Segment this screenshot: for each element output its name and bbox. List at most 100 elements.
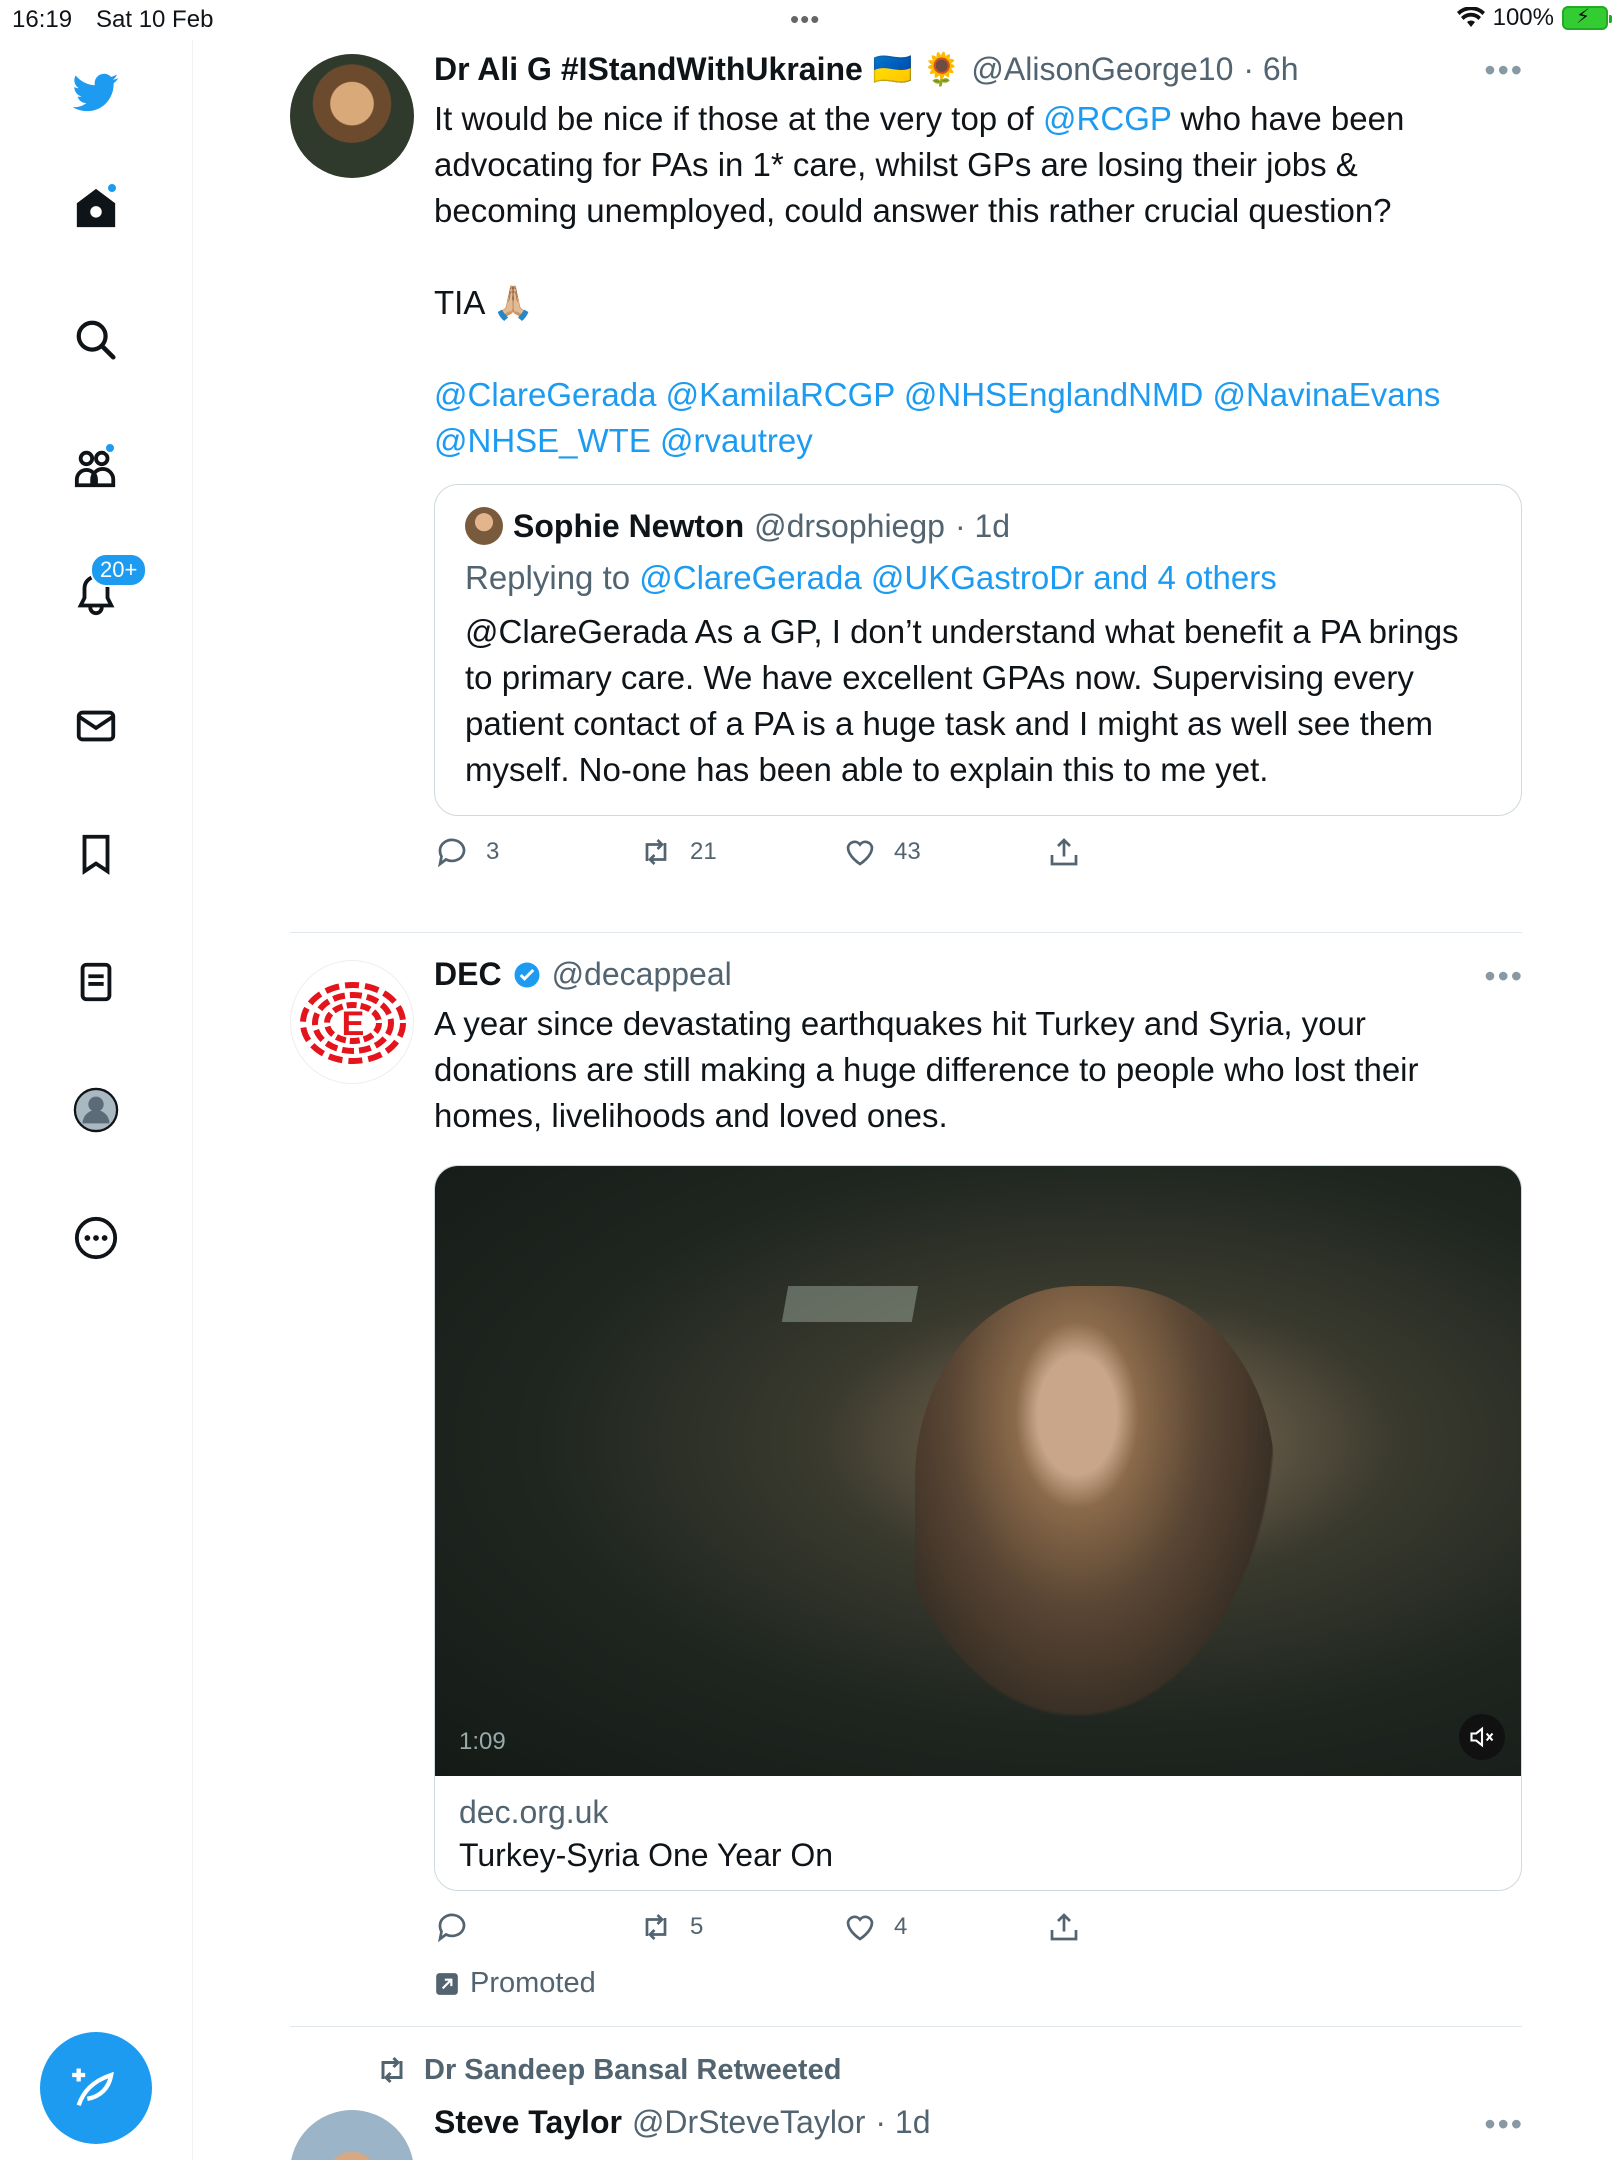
- author-name[interactable]: Dr Ali G #IStandWithUkraine: [434, 51, 863, 88]
- mute-button[interactable]: [1459, 1714, 1505, 1760]
- avatar[interactable]: E: [290, 960, 414, 1084]
- compose-feather-icon: [72, 2068, 114, 2107]
- retweet-count: 5: [690, 1913, 704, 1940]
- replying-to: Replying to @ClareGerada @UKGastroDr and…: [465, 555, 1491, 601]
- retweet-icon: [381, 2056, 403, 2084]
- tweet-time[interactable]: · 1d: [875, 2104, 930, 2141]
- multitasking-dots-icon[interactable]: •••: [790, 4, 820, 35]
- promoted-text: Promoted: [470, 1967, 596, 1999]
- tweet-tia: TIA 🙏🏼: [434, 284, 534, 321]
- replying-prefix: Replying to: [465, 559, 640, 596]
- retweet-button[interactable]: 21: [638, 834, 842, 870]
- tweet-actions: 3 21 43: [434, 834, 1524, 870]
- avatar[interactable]: [290, 54, 414, 178]
- tweet-header: Steve Taylor @DrSteveTaylor · 1d: [434, 2104, 1524, 2141]
- card-title: Turkey-Syria One Year On: [459, 1837, 834, 1873]
- mentions-line[interactable]: @ClareGerada @KamilaRCGP @NHSEnglandNMD …: [434, 372, 1524, 418]
- more-icon[interactable]: •••: [1484, 958, 1524, 995]
- quote-author-handle: @drsophiegp: [754, 507, 945, 544]
- flag-emoji: 🇺🇦 🌻: [872, 51, 962, 87]
- reply-button[interactable]: 3: [434, 834, 638, 870]
- author-name[interactable]: Steve Taylor: [434, 2104, 622, 2141]
- communities-icon[interactable]: [68, 440, 124, 496]
- media-card[interactable]: 1:09 dec.org.uk Turkey-Syria One Year On: [434, 1165, 1522, 1891]
- author-handle[interactable]: @decappeal: [552, 956, 732, 993]
- quoted-tweet[interactable]: Sophie Newton @drsophiegp · 1d Replying …: [434, 484, 1522, 816]
- tweet-divider: [290, 2026, 1522, 2027]
- like-count: 43: [894, 838, 921, 865]
- video-person-figure: [915, 1286, 1275, 1716]
- svg-text:E: E: [342, 1005, 365, 1043]
- heart-icon: [846, 1915, 874, 1941]
- home-icon[interactable]: [68, 180, 124, 236]
- twitter-logo-icon[interactable]: [68, 64, 124, 120]
- mentions-line[interactable]: @NHSE_WTE @rvautrey: [434, 418, 1524, 464]
- retweet-icon: [645, 839, 667, 865]
- tweet-text: It would be nice if those at the very to…: [434, 96, 1474, 234]
- reply-button[interactable]: [434, 1909, 638, 1945]
- video-player[interactable]: 1:09: [435, 1166, 1521, 1776]
- profile-avatar-icon[interactable]: [68, 1082, 124, 1138]
- mention-link[interactable]: @RCGP: [1043, 100, 1171, 137]
- more-icon[interactable]: •••: [1484, 52, 1524, 89]
- compose-tweet-button[interactable]: [40, 2032, 152, 2144]
- more-icon[interactable]: •••: [1484, 2106, 1524, 2143]
- status-bar: 16:19 Sat 10 Feb ••• 100% ⚡: [0, 0, 1620, 40]
- tweet-time[interactable]: · 6h: [1243, 51, 1298, 88]
- home-new-dot: [106, 182, 118, 194]
- sidebar: 20+: [0, 40, 193, 2160]
- reply-icon: [437, 1913, 466, 1943]
- messages-envelope-icon[interactable]: [68, 698, 124, 754]
- like-count: 4: [894, 1913, 908, 1940]
- promoted-label: Promoted: [434, 1967, 1524, 2000]
- retweeted-by-text[interactable]: Dr Sandeep Bansal Retweeted: [424, 2054, 841, 2087]
- replying-to-links[interactable]: @ClareGerada @UKGastroDr and 4 others: [639, 559, 1276, 596]
- more-options-icon[interactable]: [68, 1210, 124, 1266]
- quote-time: · 1d: [954, 507, 1011, 544]
- tweet-actions: 5 4: [434, 1909, 1524, 1945]
- promoted-icon: [436, 1972, 458, 1995]
- wifi-icon: [1456, 7, 1485, 27]
- tweet-divider: [290, 932, 1522, 933]
- share-button[interactable]: [1046, 1909, 1250, 1945]
- author-name[interactable]: DEC: [434, 956, 502, 993]
- battery-percent: 100%: [1492, 4, 1554, 31]
- retweet-button[interactable]: 5: [638, 1909, 842, 1945]
- status-date: Sat 10 Feb: [96, 6, 214, 33]
- search-icon[interactable]: [68, 312, 124, 368]
- retweet-icon: [645, 1914, 667, 1940]
- video-ceiling-light: [781, 1286, 919, 1322]
- reply-count: 3: [486, 838, 500, 865]
- status-time: 16:19: [12, 6, 73, 33]
- tweet-header: DEC @decappeal: [434, 956, 1524, 993]
- share-icon: [1050, 838, 1078, 866]
- lists-icon[interactable]: [68, 954, 124, 1010]
- quote-author-name: Sophie Newton: [513, 507, 745, 544]
- author-handle[interactable]: @AlisonGeorge10: [971, 51, 1233, 88]
- like-button[interactable]: 43: [842, 834, 1046, 870]
- like-button[interactable]: 4: [842, 1909, 1046, 1945]
- battery-icon: ⚡: [1562, 6, 1612, 30]
- reply-icon: [437, 838, 466, 868]
- heart-icon: [846, 840, 874, 866]
- bookmarks-icon[interactable]: [68, 826, 124, 882]
- dec-logo-icon: E: [300, 982, 406, 1064]
- quote-header: Sophie Newton @drsophiegp · 1d: [465, 507, 1491, 545]
- author-handle[interactable]: @DrSteveTaylor: [632, 2104, 865, 2141]
- status-right: 100% ⚡: [1456, 4, 1612, 32]
- tweet-text-part: It would be nice if those at the very to…: [434, 100, 1044, 137]
- video-duration: 1:09: [459, 1728, 506, 1755]
- card-domain: dec.org.uk: [459, 1794, 609, 1830]
- tweet-header: Dr Ali G #IStandWithUkraine 🇺🇦 🌻 @Alison…: [434, 50, 1524, 88]
- notifications-badge: 20+: [90, 553, 148, 587]
- quote-text: @ClareGerada As a GP, I don’t understand…: [465, 613, 1459, 788]
- communities-new-dot: [104, 442, 116, 454]
- avatar[interactable]: [290, 2110, 414, 2160]
- share-icon: [1050, 1913, 1078, 1941]
- verified-badge-icon: [514, 962, 540, 987]
- share-button[interactable]: [1046, 834, 1250, 870]
- card-footer[interactable]: dec.org.uk Turkey-Syria One Year On: [435, 1776, 1521, 1890]
- avatar: [465, 507, 503, 545]
- tweet-text: A year since devastating earthquakes hit…: [434, 1005, 1419, 1134]
- muted-speaker-icon: [1470, 1726, 1494, 1748]
